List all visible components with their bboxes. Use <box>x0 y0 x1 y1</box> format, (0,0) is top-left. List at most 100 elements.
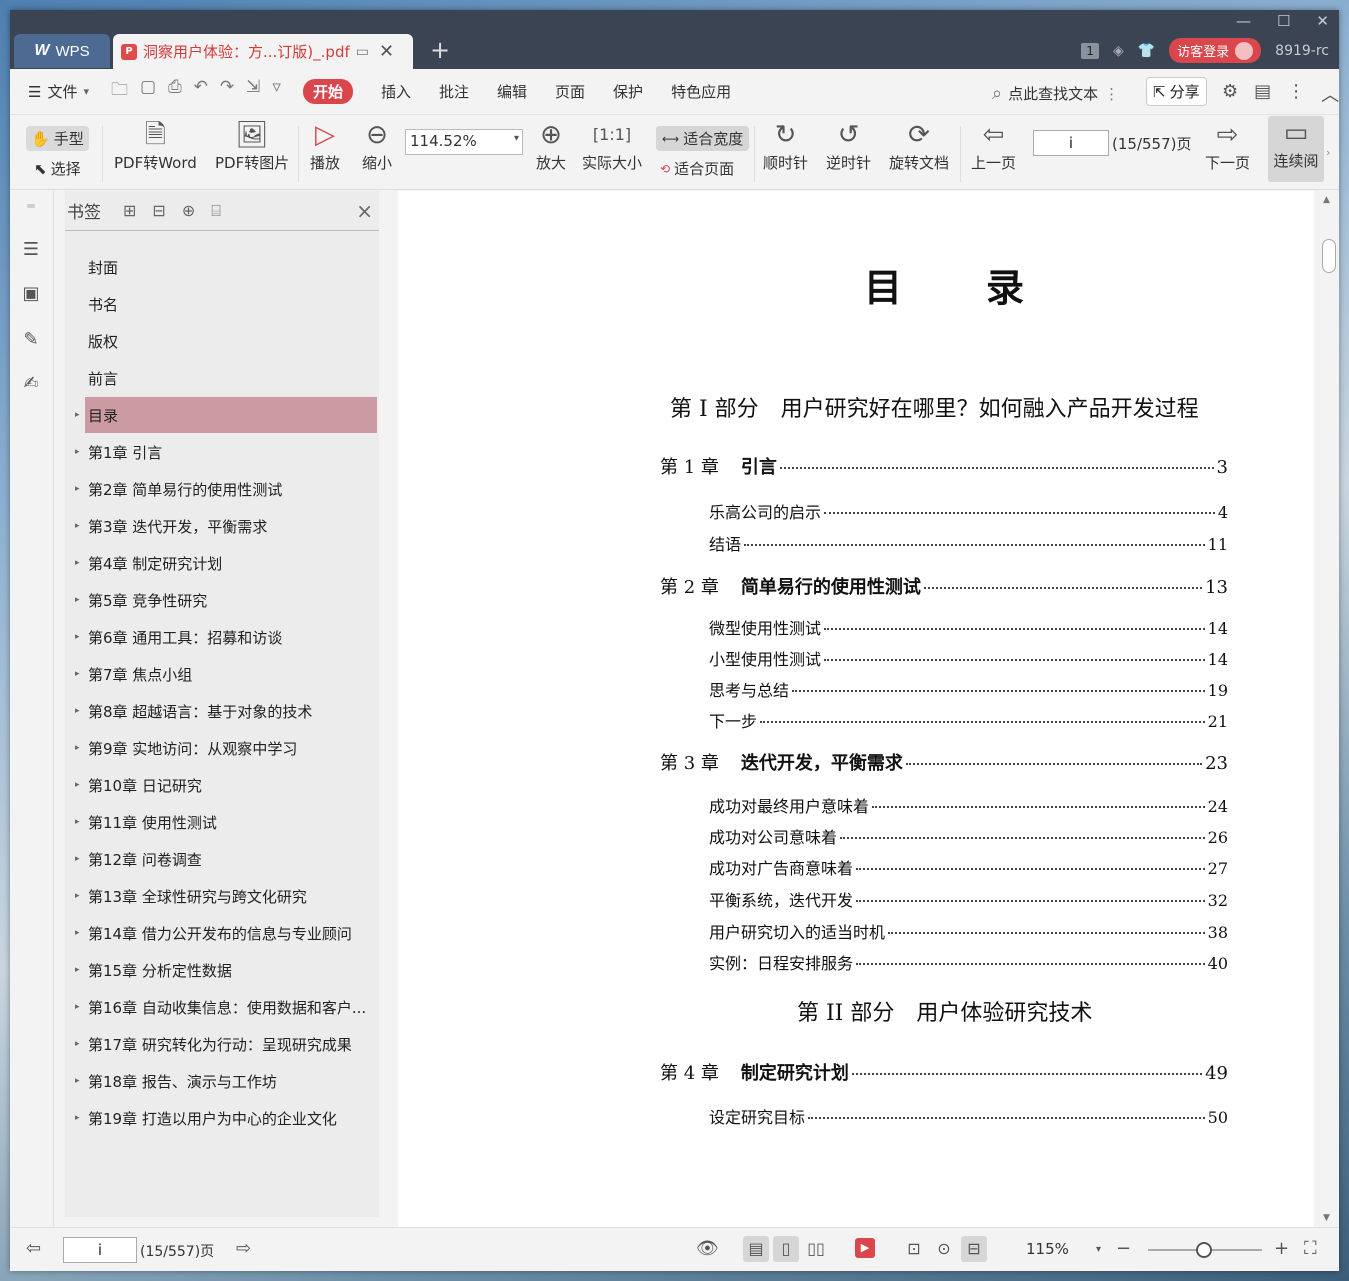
bookmark-item[interactable]: ▸ 第5章 竞争性研究 <box>75 582 377 618</box>
collapse-all-icon[interactable]: ⊟ <box>152 201 165 221</box>
toc-chapter-row[interactable]: 第 1 章引言 3 <box>660 453 1228 479</box>
bookmark-icon[interactable]: ⌸ <box>211 201 221 221</box>
expand-arrow-icon[interactable]: ▸ <box>75 1002 80 1012</box>
zoom-percent[interactable]: 115% <box>1026 1240 1069 1258</box>
fit-width-icon[interactable]: ⊟ <box>961 1236 987 1262</box>
toolbar-scroll-right-icon[interactable]: › <box>1326 146 1330 159</box>
more-dropdown-icon[interactable]: ▿ <box>272 77 281 106</box>
play-button[interactable]: ▷ 播放 <box>310 118 340 173</box>
settings-gear-icon[interactable]: ⚙ <box>1222 81 1238 107</box>
actual-size-button[interactable]: [1:1] 实际大小 <box>582 118 642 173</box>
app-tab[interactable]: W WPS <box>14 34 110 68</box>
toc-section-row[interactable]: 思考与总结 19 <box>709 677 1228 701</box>
close-tab-icon[interactable]: ✕ <box>379 41 394 62</box>
save-icon[interactable]: ▢ <box>140 77 156 106</box>
zoom-dropdown-icon[interactable]: ▾ <box>1096 1244 1101 1255</box>
next-page-icon[interactable]: ⇨ <box>236 1238 251 1259</box>
bookmark-item[interactable]: ▸ 目录 <box>75 397 377 433</box>
signature-icon[interactable]: ✍ <box>20 373 42 395</box>
bookmark-item[interactable]: ▸ 第17章 研究转化为行动：呈现研究成果 <box>75 1026 377 1062</box>
find-text-button[interactable]: ⌕ 点此查找文本 ⋮ <box>992 83 1119 104</box>
expand-arrow-icon[interactable]: ▸ <box>75 410 80 420</box>
scroll-up-icon[interactable]: ▲ <box>1323 195 1330 205</box>
continuous-page-icon[interactable]: ▯ <box>773 1236 799 1262</box>
annotation-pen-icon[interactable]: ✎ <box>20 329 42 351</box>
toc-section-row[interactable]: 平衡系统，迭代开发 32 <box>709 887 1228 911</box>
file-menu[interactable]: ☰ 文件 ▾ <box>28 81 89 102</box>
zoom-slider-knob[interactable] <box>1196 1242 1212 1258</box>
toc-section-row[interactable]: 微型使用性测试 14 <box>709 615 1228 639</box>
toc-section-row[interactable]: 成功对公司意味着 26 <box>709 824 1228 848</box>
zoom-in-button[interactable]: ⊕ 放大 <box>536 118 566 173</box>
single-page-icon[interactable]: ▤ <box>743 1236 769 1262</box>
bookmark-item[interactable]: ▸ 第16章 自动收集信息：使用数据和客户... <box>75 989 377 1025</box>
zoom-out-icon[interactable]: − <box>1116 1238 1131 1259</box>
toc-section-row[interactable]: 设定研究目标 50 <box>709 1104 1228 1128</box>
previous-page-icon[interactable]: ⇦ <box>26 1238 41 1259</box>
bookmark-item[interactable]: ▸ 第8章 超越语言：基于对象的技术 <box>75 693 377 729</box>
document-tab[interactable]: P 洞察用户体验：方...订版)_.pdf ▭ ✕ <box>113 34 413 69</box>
tab-annotate[interactable]: 批注 <box>439 81 469 102</box>
rotate-document-button[interactable]: ⟳ 旋转文档 <box>889 118 949 173</box>
toc-section-row[interactable]: 小型使用性测试 14 <box>709 646 1228 670</box>
toc-section-row[interactable]: 成功对广告商意味着 27 <box>709 855 1228 879</box>
vertical-more-icon[interactable]: ⋮ <box>1104 85 1119 103</box>
comment-icon[interactable]: ▤ <box>1254 81 1271 107</box>
share-button[interactable]: ⇱ 分享 <box>1146 77 1207 106</box>
expand-arrow-icon[interactable]: ▸ <box>75 891 80 901</box>
tab-protect[interactable]: 保护 <box>613 81 643 102</box>
bookmark-list-icon[interactable]: ☰ <box>20 239 42 261</box>
toc-section-row[interactable]: 乐高公司的启示 4 <box>709 499 1228 523</box>
bookmark-item[interactable]: ▸ 第7章 焦点小组 <box>75 656 377 692</box>
redo-icon[interactable]: ↷ <box>220 77 234 106</box>
bookmark-item[interactable]: ▸ 第9章 实地访问：从观察中学习 <box>75 730 377 766</box>
expand-arrow-icon[interactable]: ▸ <box>75 706 80 716</box>
expand-arrow-icon[interactable]: ▸ <box>75 1113 80 1123</box>
fit-page-icon[interactable]: ⊙ <box>931 1236 957 1262</box>
tab-special[interactable]: 特色应用 <box>671 81 731 102</box>
skin-icon[interactable]: ◈ <box>1113 43 1124 59</box>
bookmark-item[interactable]: ▸ 第10章 日记研究 <box>75 767 377 803</box>
bookmark-item[interactable]: ▸ 第14章 借力公开发布的信息与专业顾问 <box>75 915 377 951</box>
tab-insert[interactable]: 插入 <box>381 81 411 102</box>
bookmark-item[interactable]: ▸ 第3章 迭代开发，平衡需求 <box>75 508 377 544</box>
expand-arrow-icon[interactable]: ▸ <box>75 484 80 494</box>
expand-arrow-icon[interactable]: ▸ <box>75 558 80 568</box>
bookmark-item[interactable]: ▸ 第1章 引言 <box>75 434 377 470</box>
bookmark-item[interactable]: 前言 <box>85 360 377 396</box>
add-bookmark-icon[interactable]: ⊕ <box>182 201 195 221</box>
tab-start[interactable]: 开始 <box>302 79 353 104</box>
fullscreen-icon[interactable]: ⛶ <box>1304 1238 1317 1259</box>
page-number-input[interactable]: i <box>1033 130 1109 156</box>
status-page-input[interactable]: i <box>63 1237 137 1263</box>
toc-section-row[interactable]: 实例：日程安排服务 40 <box>709 950 1228 974</box>
bookmark-item[interactable]: ▸ 第19章 打造以用户为中心的企业文化 <box>75 1100 377 1136</box>
toc-section-row[interactable]: 用户研究切入的适当时机 38 <box>709 919 1228 943</box>
bookmark-item[interactable]: ▸ 第12章 问卷调查 <box>75 841 377 877</box>
toc-section-row[interactable]: 下一步 21 <box>709 708 1228 732</box>
zoom-in-icon[interactable]: + <box>1274 1238 1289 1259</box>
expand-arrow-icon[interactable]: ▸ <box>75 817 80 827</box>
toc-chapter-row[interactable]: 第 2 章简单易行的使用性测试 13 <box>660 573 1228 599</box>
continuous-read-button[interactable]: ▭ 连续阅 <box>1268 116 1324 182</box>
expand-arrow-icon[interactable]: ▸ <box>75 1076 80 1086</box>
eye-protection-icon[interactable]: 👁 <box>696 1238 719 1259</box>
rotate-counterclockwise-button[interactable]: ↺ 逆时针 <box>826 118 871 173</box>
tab-count-badge[interactable]: 1 <box>1081 42 1099 59</box>
bookmark-item[interactable]: ▸ 第13章 全球性研究与跨文化研究 <box>75 878 377 914</box>
expand-arrow-icon[interactable]: ▸ <box>75 447 80 457</box>
maximize-icon[interactable]: ☐ <box>1277 12 1290 30</box>
zoom-slider[interactable] <box>1148 1242 1262 1258</box>
zoom-select[interactable]: 114.52% ▾ <box>405 129 523 155</box>
pdf-to-word-button[interactable]: 🗎 PDF转Word <box>114 118 197 173</box>
vertical-scrollbar[interactable]: ▲ ▼ <box>1317 191 1339 1227</box>
monitor-icon[interactable]: ▭ <box>356 44 369 60</box>
bookmark-item[interactable]: ▸ 第4章 制定研究计划 <box>75 545 377 581</box>
more-icon[interactable]: ⋮ <box>1287 81 1305 107</box>
collapse-ribbon-icon[interactable]: ︿ <box>1321 81 1339 107</box>
scroll-down-icon[interactable]: ▼ <box>1323 1213 1330 1223</box>
bookmark-item[interactable]: 封面 <box>85 249 377 285</box>
drag-handle-icon[interactable]: ═ <box>20 199 42 221</box>
expand-arrow-icon[interactable]: ▸ <box>75 669 80 679</box>
expand-arrow-icon[interactable]: ▸ <box>75 521 80 531</box>
